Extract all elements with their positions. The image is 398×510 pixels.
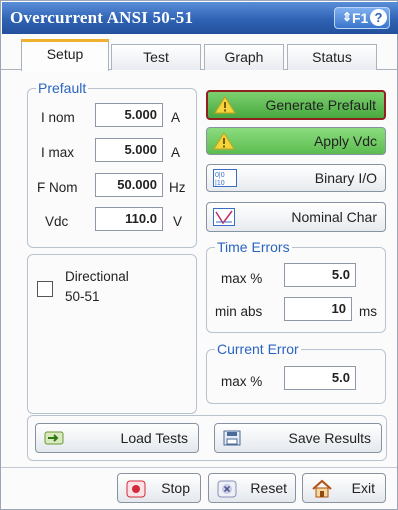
title-bar: Overcurrent ANSI 50-51 ⇕ F1 ? — [2, 2, 398, 34]
binary-io-label: Binary I/O — [314, 170, 377, 186]
generate-prefault-button[interactable]: Generate Prefault — [206, 90, 386, 120]
time-errors-title: Time Errors — [215, 239, 292, 255]
min-abs-label: min abs — [215, 304, 263, 319]
inom-label: I nom — [41, 110, 75, 125]
help-f1-label: F1 — [352, 10, 369, 26]
inom-unit: A — [171, 110, 181, 125]
directional-checkbox[interactable] — [37, 281, 53, 297]
apply-vdc-button[interactable]: Apply Vdc — [206, 127, 386, 155]
binary-io-button[interactable]: 0|0 |10 Binary I/O — [206, 164, 386, 192]
imax-input[interactable]: 5.000 — [95, 138, 163, 162]
footer-divider — [1, 467, 397, 468]
reset-button[interactable]: Reset — [208, 473, 296, 503]
inom-input[interactable]: 5.000 — [95, 103, 163, 127]
fnom-unit: Hz — [169, 180, 186, 195]
min-abs-input[interactable]: 10 — [284, 297, 352, 321]
window-title: Overcurrent ANSI 50-51 — [10, 8, 194, 27]
vdc-unit: V — [173, 214, 183, 229]
save-results-button[interactable]: Save Results — [214, 423, 382, 453]
current-max-pct-input[interactable]: 5.0 — [284, 366, 356, 390]
characteristic-chart-icon — [213, 208, 235, 226]
tab-setup[interactable]: Setup — [21, 39, 109, 71]
tab-bar: Setup Test Graph Status — [1, 34, 398, 71]
expand-arrows-icon: ⇕ — [342, 10, 353, 24]
vdc-label: Vdc — [45, 214, 69, 229]
prefault-title: Prefault — [36, 80, 89, 96]
imax-label: I max — [41, 145, 75, 160]
time-max-pct-input[interactable]: 5.0 — [284, 263, 356, 287]
stop-button[interactable]: Stop — [117, 473, 201, 503]
warning-icon — [213, 132, 235, 150]
warning-icon — [214, 96, 236, 114]
tab-graph[interactable]: Graph — [204, 44, 284, 70]
nominal-char-button[interactable]: Nominal Char — [206, 202, 386, 232]
app-window: Overcurrent ANSI 50-51 ⇕ F1 ? Setup Test… — [0, 0, 398, 510]
fnom-input[interactable]: 50.000 — [95, 173, 163, 197]
help-button[interactable]: ⇕ F1 ? — [334, 7, 390, 29]
directional-label: Directional — [65, 269, 129, 284]
apply-vdc-label: Apply Vdc — [313, 133, 377, 149]
home-icon — [311, 479, 333, 502]
min-abs-unit: ms — [359, 304, 377, 319]
time-max-pct-label: max % — [221, 271, 263, 286]
load-tests-button[interactable]: Load Tests — [35, 423, 199, 453]
stop-label: Stop — [161, 480, 190, 496]
vdc-input[interactable]: 110.0 — [95, 207, 163, 231]
generate-prefault-label: Generate Prefault — [265, 97, 376, 113]
save-disk-icon — [223, 430, 241, 449]
question-icon: ? — [370, 9, 387, 26]
reset-icon — [217, 480, 237, 501]
imax-unit: A — [171, 145, 181, 160]
svg-text:|10: |10 — [215, 180, 225, 187]
directional-sub-label: 50-51 — [65, 289, 100, 304]
reset-label: Reset — [250, 480, 287, 496]
tab-status[interactable]: Status — [287, 44, 377, 70]
tab-test[interactable]: Test — [111, 44, 201, 70]
load-tests-label: Load Tests — [120, 430, 188, 446]
exit-label: Exit — [351, 480, 375, 496]
current-error-title: Current Error — [215, 341, 301, 357]
nominal-char-label: Nominal Char — [291, 209, 377, 225]
fnom-label: F Nom — [37, 180, 78, 195]
svg-text:0|0: 0|0 — [215, 172, 225, 179]
stop-icon — [126, 480, 146, 501]
current-max-pct-label: max % — [221, 374, 263, 389]
binary-io-icon: 0|0 |10 — [213, 169, 237, 187]
exit-button[interactable]: Exit — [302, 473, 386, 503]
load-arrow-icon — [44, 430, 64, 449]
save-results-label: Save Results — [288, 430, 371, 446]
